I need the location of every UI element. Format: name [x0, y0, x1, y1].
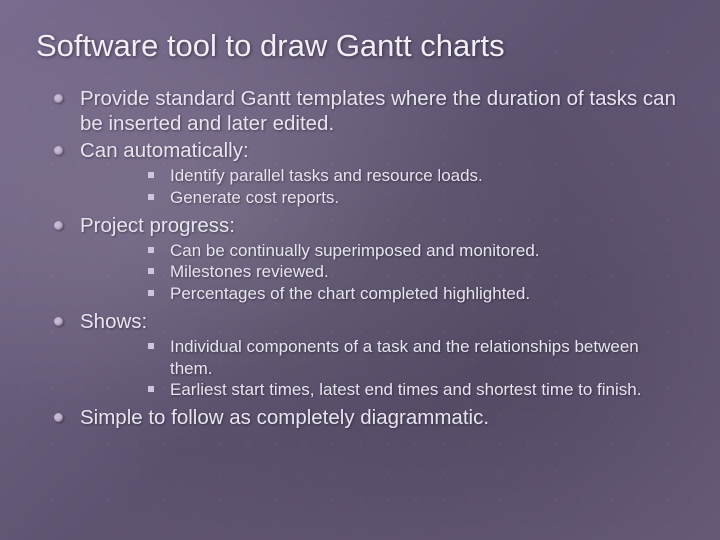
slide: Software tool to draw Gantt charts Provi… — [0, 0, 720, 540]
bullet-level2: Generate cost reports. — [170, 187, 684, 209]
bullet-level2: Percentages of the chart completed highl… — [170, 283, 684, 305]
bullet-level1: Project progress: — [80, 213, 684, 238]
bullet-level2: Can be continually superimposed and moni… — [170, 240, 684, 262]
bullet-level1: Simple to follow as completely diagramma… — [80, 405, 684, 430]
bullet-level2: Earliest start times, latest end times a… — [170, 379, 684, 401]
bullet-level2: Milestones reviewed. — [170, 261, 684, 283]
bullet-level2: Identify parallel tasks and resource loa… — [170, 165, 684, 187]
bullet-level1: Provide standard Gantt templates where t… — [80, 86, 684, 136]
bullet-level1: Can automatically: — [80, 138, 684, 163]
bullet-level2: Individual components of a task and the … — [170, 336, 684, 380]
slide-title: Software tool to draw Gantt charts — [36, 28, 684, 64]
bullet-level1: Shows: — [80, 309, 684, 334]
